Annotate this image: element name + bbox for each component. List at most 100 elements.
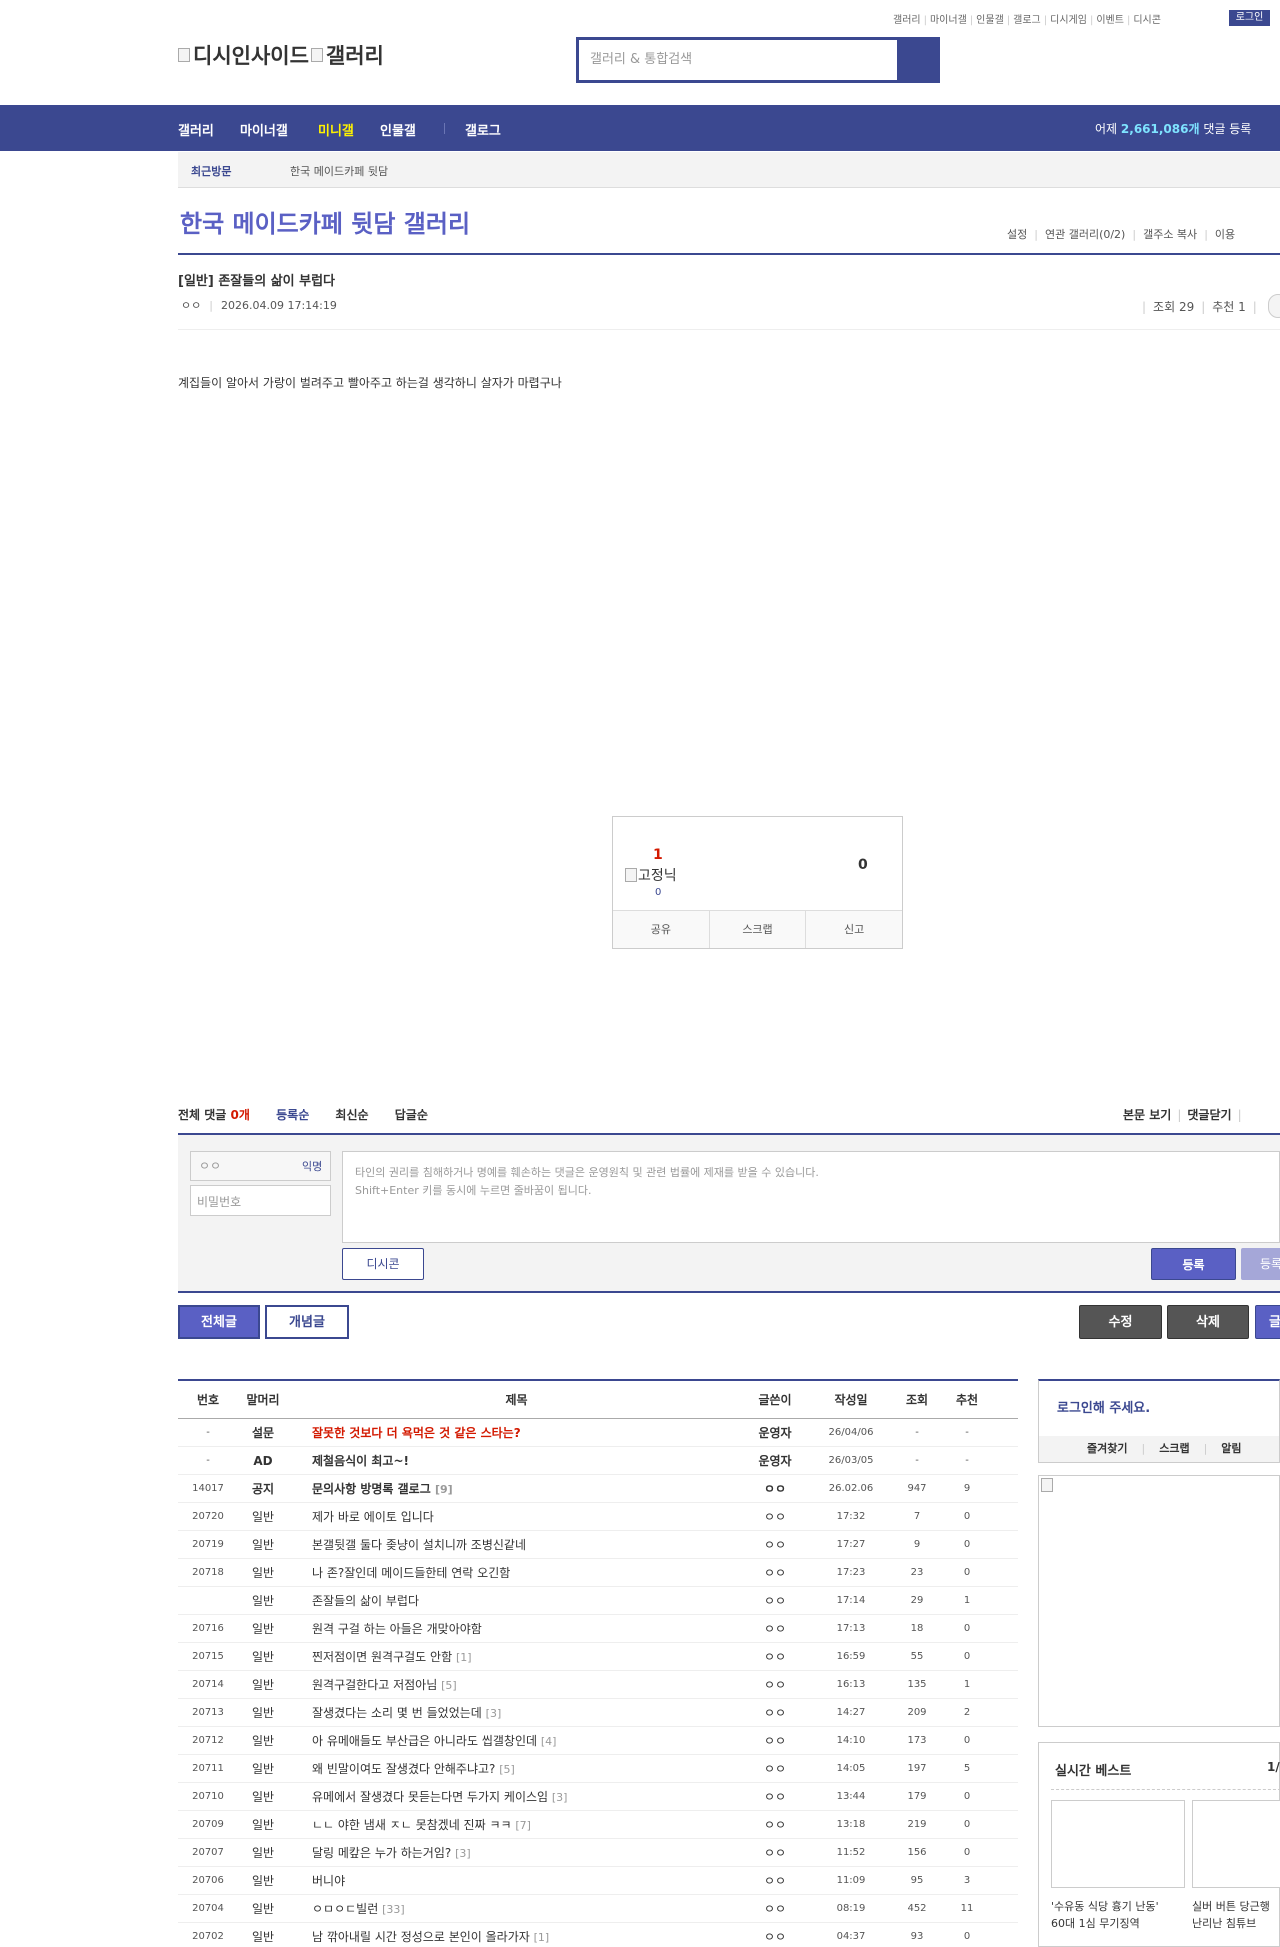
table-row[interactable]: 20720 일반 제가 바로 에이토 입니다 ㅇㅇ 17:32 7 0 — [178, 1503, 1018, 1531]
post-title-link[interactable]: 제철음식이 최고~! — [288, 1452, 745, 1469]
table-row[interactable]: 20706 일반 버니야 ㅇㅇ 11:09 95 3 — [178, 1867, 1018, 1895]
top-link-gallery[interactable]: 갤러리 — [893, 15, 921, 26]
notification-link[interactable]: 알림 — [1221, 1442, 1241, 1455]
realtime-best-page[interactable]: 1/ — [1267, 1760, 1280, 1774]
best-thumbnail[interactable] — [1192, 1800, 1280, 1888]
top-link-dccon[interactable]: 디시콘 — [1133, 15, 1161, 26]
reply-count[interactable]: [3] — [552, 1791, 568, 1804]
post-writer[interactable]: ㅇㅇ — [745, 1564, 805, 1581]
reply-count[interactable]: [3] — [486, 1707, 502, 1720]
post-title-link[interactable]: 원격구걸한다고 저점아님 [5] — [288, 1676, 745, 1693]
top-link-dcgame[interactable]: 디시게임 — [1050, 15, 1087, 26]
top-link-gallog[interactable]: 갤로그 — [1013, 15, 1041, 26]
gallery-usage[interactable]: 이용 — [1215, 228, 1235, 241]
reply-count[interactable]: [9] — [435, 1483, 453, 1496]
post-title-link[interactable]: 존잘들의 삶이 부럽다 — [288, 1592, 745, 1609]
post-title-link[interactable]: 버니야 — [288, 1872, 745, 1889]
top-link-person[interactable]: 인물갤 — [976, 15, 1004, 26]
post-writer[interactable]: 운영자 — [745, 1424, 805, 1441]
table-row[interactable]: 20710 일반 유메에서 잘생겼다 못듣는다면 두가지 케이스임 [3] ㅇㅇ 13:… — [178, 1783, 1018, 1811]
reply-count[interactable]: [4] — [541, 1735, 557, 1748]
downvote-count[interactable]: 0 — [858, 857, 868, 873]
dccon-button[interactable]: 디시콘 — [342, 1248, 424, 1280]
post-title-link[interactable]: 본갤뒷갤 둘다 좆냥이 설치니까 조병신같네 — [288, 1536, 745, 1553]
sort-replies[interactable]: 답글순 — [395, 1108, 428, 1122]
post-writer[interactable]: ㅇㅇ — [745, 1900, 805, 1917]
scrap-link[interactable]: 스크랩 — [1159, 1442, 1189, 1455]
post-title-link[interactable]: 달링 메캎은 누가 하는거임? [3] — [288, 1844, 745, 1861]
close-comments-button[interactable]: 댓글닫기 — [1187, 1108, 1231, 1122]
report-button[interactable]: 신고 — [806, 911, 903, 948]
nav-gallog[interactable]: 갤로그 — [465, 120, 501, 139]
reply-count[interactable]: [7] — [515, 1819, 531, 1832]
post-writer[interactable]: ㅇㅇ — [745, 1928, 805, 1945]
post-writer[interactable]: ㅇㅇ — [745, 1536, 805, 1553]
post-title-link[interactable]: 아 유메애들도 부산급은 아니라도 씹갤창인데 [4] — [288, 1732, 745, 1749]
table-row[interactable]: 20718 일반 나 존?잘인데 메이드들한테 연락 오긴함 ㅇㅇ 17:23 23 0 — [178, 1559, 1018, 1587]
top-link-event[interactable]: 이벤트 — [1096, 15, 1124, 26]
top-link-minor[interactable]: 마이너갤 — [930, 15, 967, 26]
post-title-link[interactable]: 문의사항 방명록 갤로그 [9] — [288, 1480, 745, 1497]
post-title-link[interactable]: 잘생겼다는 소리 몇 번 들었었는데 [3] — [288, 1704, 745, 1721]
upvote-button[interactable]: 고정닉 — [625, 865, 677, 885]
write-button[interactable]: 글 — [1255, 1305, 1280, 1339]
post-writer[interactable]: 운영자 — [745, 1452, 805, 1469]
search-button[interactable] — [897, 40, 937, 80]
post-author[interactable]: ㅇㅇ — [181, 299, 201, 312]
tab-all-posts[interactable]: 전체글 — [178, 1305, 260, 1339]
gallery-title[interactable]: 한국 메이드카페 뒷담 갤러리 — [180, 204, 470, 239]
password-field[interactable]: 비밀번호 — [190, 1185, 331, 1216]
delete-button[interactable]: 삭제 — [1167, 1305, 1249, 1339]
post-title-link[interactable]: ㅇㅁㅇㄷ빌런 [33] — [288, 1900, 745, 1917]
reply-count[interactable]: [33] — [382, 1903, 405, 1916]
reply-count[interactable]: [1] — [534, 1931, 550, 1944]
edit-button[interactable]: 수정 — [1079, 1305, 1162, 1339]
post-writer[interactable]: ㅇㅇ — [745, 1760, 805, 1777]
nav-minor[interactable]: 마이너갤 — [240, 120, 288, 139]
table-row[interactable]: 20712 일반 아 유메애들도 부산급은 아니라도 씹갤창인데 [4] ㅇㅇ 14:1… — [178, 1727, 1018, 1755]
table-row[interactable]: 일반 존잘들의 삶이 부럽다 ㅇㅇ 17:14 29 1 — [178, 1587, 1018, 1615]
reply-count[interactable]: [3] — [455, 1847, 471, 1860]
post-title-link[interactable]: 왜 빈말이여도 잘생겼다 안해주냐고? [5] — [288, 1760, 745, 1777]
table-row[interactable]: 20716 일반 원격 구걸 하는 아들은 개맞아야함 ㅇㅇ 17:13 18 0 — [178, 1615, 1018, 1643]
comment-submit-button[interactable]: 등록 — [1151, 1248, 1236, 1280]
related-gallery[interactable]: 연관 갤러리(0/2) — [1045, 228, 1125, 241]
post-writer[interactable]: ㅇㅇ — [745, 1732, 805, 1749]
comment-textarea[interactable]: 타인의 권리를 침해하거나 명예를 훼손하는 댓글은 운영원칙 및 관련 법률에… — [342, 1151, 1280, 1243]
post-writer[interactable]: ㅇㅇ — [745, 1592, 805, 1609]
post-title-link[interactable]: 유메에서 잘생겼다 못듣는다면 두가지 케이스임 [3] — [288, 1788, 745, 1805]
post-title-link[interactable]: 잘못한 것보다 더 욕먹은 것 같은 스타는? — [288, 1424, 745, 1441]
table-row[interactable]: 14017 공지 문의사항 방명록 갤로그 [9] ㅇㅇ 26.02.06 947 9 — [178, 1475, 1018, 1503]
table-row[interactable]: 20709 일반 ㄴㄴ 야한 냄새 ㅈㄴ 못참겠네 진짜 ㅋㅋ [7] ㅇㅇ 13:18… — [178, 1811, 1018, 1839]
share-toggle-button[interactable] — [1268, 294, 1280, 318]
copy-gallery-address[interactable]: 갤주소 복사 — [1143, 228, 1197, 241]
table-row[interactable]: 20715 일반 찐저점이면 원격구걸도 안함 [1] ㅇㅇ 16:59 55 0 — [178, 1643, 1018, 1671]
comment-submit-alt-button[interactable]: 등록 — [1241, 1248, 1280, 1280]
reply-count[interactable]: [5] — [441, 1679, 457, 1692]
post-writer[interactable]: ㅇㅇ — [745, 1508, 805, 1525]
reply-count[interactable]: [1] — [456, 1651, 472, 1664]
sidebar-ad[interactable] — [1038, 1475, 1280, 1727]
sort-latest[interactable]: 최신순 — [335, 1108, 368, 1122]
scrap-button[interactable]: 스크랩 — [709, 911, 807, 948]
recent-visit-label[interactable]: 최근방문 — [191, 163, 231, 179]
table-row[interactable]: 20704 일반 ㅇㅁㅇㄷ빌런 [33] ㅇㅇ 08:19 452 11 — [178, 1895, 1018, 1923]
gallery-settings[interactable]: 설정 — [1007, 228, 1027, 241]
search-input[interactable]: 갤러리 & 통합검색 — [579, 40, 897, 80]
table-row[interactable]: 20702 일반 남 깎아내릴 시간 정성으로 본인이 올라가자 [1] ㅇㅇ 04:3… — [178, 1923, 1018, 1947]
post-title-link[interactable]: 원격 구걸 하는 아들은 개맞아야함 — [288, 1620, 745, 1637]
recent-visit-item[interactable]: 한국 메이드카페 뒷담 — [290, 163, 388, 179]
post-title-link[interactable]: ㄴㄴ 야한 냄새 ㅈㄴ 못참겠네 진짜 ㅋㅋ [7] — [288, 1816, 745, 1833]
post-writer[interactable]: ㅇㅇ — [745, 1676, 805, 1693]
post-title-link[interactable]: 남 깎아내릴 시간 정성으로 본인이 올라가자 [1] — [288, 1928, 745, 1945]
table-row[interactable]: 20719 일반 본갤뒷갤 둘다 좆냥이 설치니까 조병신같네 ㅇㅇ 17:27 9 0 — [178, 1531, 1018, 1559]
table-row[interactable]: - 설문 잘못한 것보다 더 욕먹은 것 같은 스타는? 운영자 26/04/06 - - — [178, 1419, 1018, 1447]
post-writer[interactable]: ㅇㅇ — [745, 1788, 805, 1805]
best-thumbnail[interactable] — [1051, 1800, 1185, 1888]
post-writer[interactable]: ㅇㅇ — [745, 1844, 805, 1861]
post-title-link[interactable]: 나 존?잘인데 메이드들한테 연락 오긴함 — [288, 1564, 745, 1581]
table-row[interactable]: - AD 제철음식이 최고~! 운영자 26/03/05 - - — [178, 1447, 1018, 1475]
nav-person[interactable]: 인물갤 — [380, 120, 416, 139]
site-logo[interactable]: 디시인사이드 갤러리 — [178, 40, 384, 70]
nav-gallery[interactable]: 갤러리 — [178, 120, 214, 139]
